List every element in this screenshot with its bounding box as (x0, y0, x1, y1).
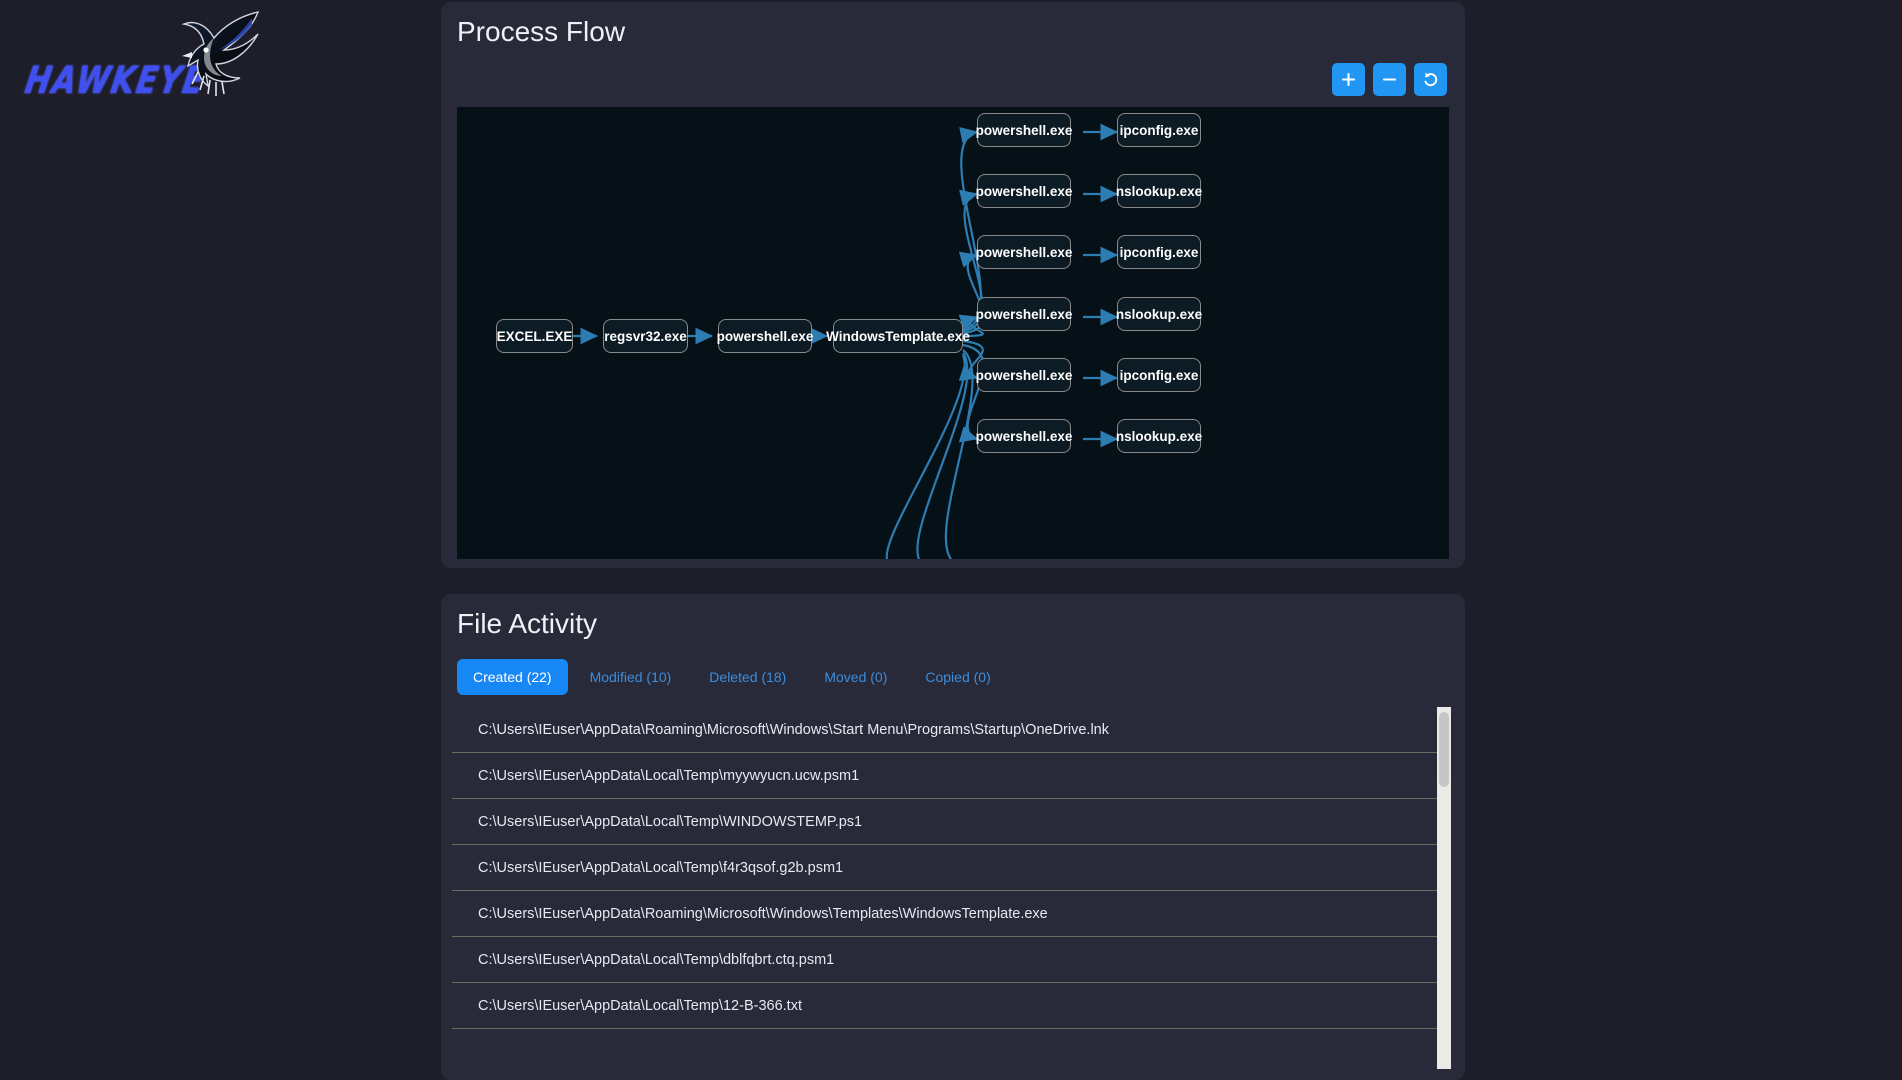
process-node-label: nslookup.exe (1115, 306, 1203, 322)
process-node-b4-leaf[interactable]: nslookup.exe (1115, 297, 1203, 331)
file-row[interactable]: C:\Users\IEuser\AppData\Roaming\Microsof… (452, 891, 1437, 937)
file-list-scrollbar[interactable] (1437, 707, 1451, 1069)
process-node-b2-leaf[interactable]: nslookup.exe (1115, 174, 1203, 208)
process-node-b4-mid[interactable]: powershell.exe (975, 297, 1073, 331)
hawk-eagle-logo-icon (162, 6, 262, 107)
process-node-n-excel[interactable]: EXCEL.EXE (496, 319, 573, 353)
process-node-b6-mid[interactable]: powershell.exe (975, 419, 1073, 453)
file-path: C:\Users\IEuser\AppData\Local\Temp\dblfq… (478, 951, 835, 968)
file-path: C:\Users\IEuser\AppData\Local\Temp\myywy… (478, 767, 860, 784)
file-list-container: C:\Users\IEuser\AppData\Roaming\Microsof… (452, 707, 1454, 1069)
process-node-label: nslookup.exe (1115, 183, 1203, 199)
file-path: C:\Users\IEuser\AppData\Local\Temp\12-B-… (478, 997, 802, 1014)
app-root: HAWKEYE Process Flow EXCEL.EXE regsvr32.… (0, 0, 1902, 1080)
file-activity-tabs: Created (22) Modified (10) Deleted (18) Mov… (457, 659, 1007, 695)
process-node-b1-mid[interactable]: powershell.exe (975, 113, 1073, 147)
file-path: C:\Users\IEuser\AppData\Local\Temp\f4r3q… (478, 859, 844, 876)
tab-modified[interactable]: Modified (10) (574, 659, 688, 695)
file-row[interactable]: C:\Users\IEuser\AppData\Local\Temp\f4r3q… (452, 845, 1437, 891)
process-node-b1-leaf[interactable]: ipconfig.exe (1117, 113, 1201, 147)
process-node-b5-mid[interactable]: powershell.exe (975, 358, 1073, 392)
process-node-b3-mid[interactable]: powershell.exe (975, 235, 1073, 269)
process-node-label: EXCEL.EXE (496, 328, 573, 344)
file-activity-title: File Activity (457, 608, 598, 639)
process-node-label: powershell.exe (975, 367, 1073, 383)
reset-view-button[interactable] (1414, 63, 1447, 96)
zoom-in-button[interactable] (1332, 63, 1365, 96)
file-activity-panel: File Activity Created (22) Modified (10) D… (441, 594, 1465, 1080)
process-node-label: powershell.exe (975, 183, 1073, 199)
process-node-b6-leaf[interactable]: nslookup.exe (1115, 419, 1203, 453)
process-node-label: ipconfig.exe (1119, 122, 1199, 138)
file-path: C:\Users\IEuser\AppData\Roaming\Microsof… (478, 721, 1109, 738)
process-node-n-windowstemplate[interactable]: WindowsTemplate.exe (826, 319, 970, 353)
process-node-label: powershell.exe (975, 306, 1073, 322)
process-node-label: powershell.exe (975, 428, 1073, 444)
brand-logo: HAWKEYE (0, 0, 440, 122)
file-path: C:\Users\IEuser\AppData\Local\Temp\WINDO… (478, 813, 863, 830)
process-node-label: nslookup.exe (1115, 428, 1203, 444)
process-node-label: regsvr32.exe (604, 328, 687, 344)
process-node-b3-leaf[interactable]: ipconfig.exe (1117, 235, 1201, 269)
tab-moved[interactable]: Moved (0) (808, 659, 903, 695)
file-list[interactable]: C:\Users\IEuser\AppData\Roaming\Microsof… (452, 707, 1437, 1069)
file-row[interactable]: C:\Users\IEuser\AppData\Local\Temp\WINDO… (452, 799, 1437, 845)
page-title: Process Flow (457, 16, 626, 47)
process-node-label: powershell.exe (716, 328, 814, 344)
process-node-label: ipconfig.exe (1119, 367, 1199, 383)
tab-copied[interactable]: Copied (0) (909, 659, 1006, 695)
minus-icon (1382, 78, 1397, 81)
process-node-n-regsvr32[interactable]: regsvr32.exe (603, 319, 688, 353)
process-flow-canvas[interactable]: EXCEL.EXE regsvr32.exe powershell.exe Windo… (457, 107, 1449, 559)
tab-deleted[interactable]: Deleted (18) (693, 659, 802, 695)
file-row[interactable]: C:\Users\IEuser\AppData\Local\Temp\myywy… (452, 753, 1437, 799)
plus-icon (1341, 72, 1356, 87)
scrollbar-thumb[interactable] (1439, 712, 1449, 787)
process-node-label: WindowsTemplate.exe (826, 328, 970, 344)
process-node-label: powershell.exe (975, 244, 1073, 260)
process-flow-panel: Process Flow EXCEL.EXE regsvr32.exe powe… (441, 2, 1465, 568)
zoom-out-button[interactable] (1373, 63, 1406, 96)
file-path: C:\Users\IEuser\AppData\Roaming\Microsof… (478, 905, 1048, 922)
file-row[interactable]: C:\Users\IEuser\AppData\Local\Temp\12-B-… (452, 983, 1437, 1029)
process-node-b2-mid[interactable]: powershell.exe (975, 174, 1073, 208)
file-row[interactable]: C:\Users\IEuser\AppData\Local\Temp\dblfq… (452, 937, 1437, 983)
process-node-b5-leaf[interactable]: ipconfig.exe (1117, 358, 1201, 392)
process-node-label: powershell.exe (975, 122, 1073, 138)
process-node-label: ipconfig.exe (1119, 244, 1199, 260)
tab-created[interactable]: Created (22) (457, 659, 568, 695)
file-row[interactable]: C:\Users\IEuser\AppData\Roaming\Microsof… (452, 707, 1437, 753)
process-node-n-powershell-root[interactable]: powershell.exe (716, 319, 814, 353)
flow-controls (1332, 63, 1447, 96)
reset-icon (1423, 72, 1437, 86)
